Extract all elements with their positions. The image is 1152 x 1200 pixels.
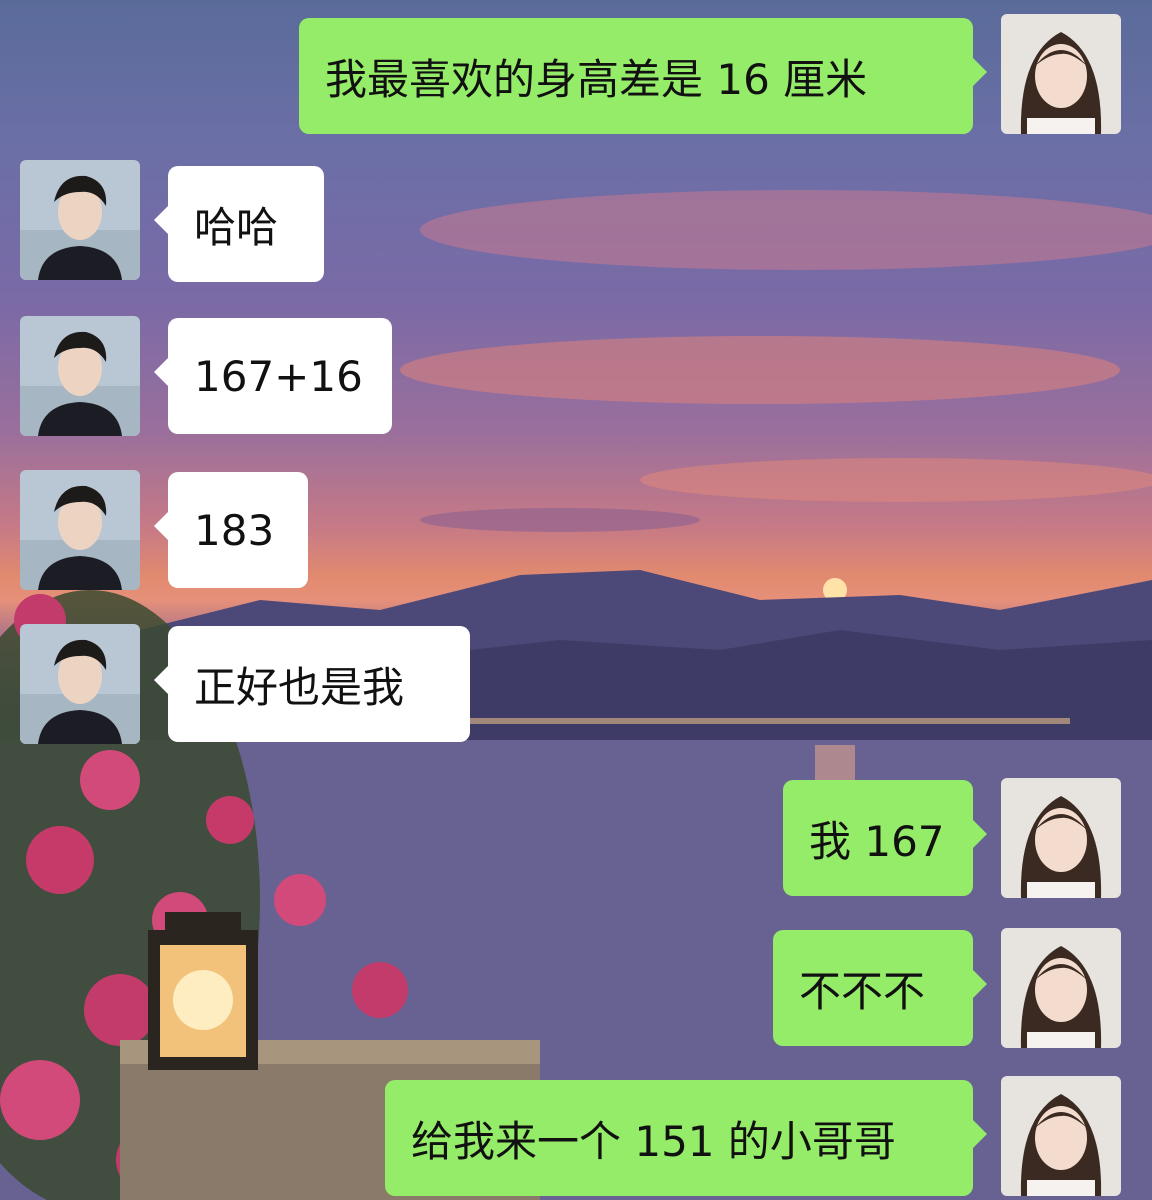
avatar-boy[interactable] (20, 624, 140, 744)
chat-message: 正好也是我 (20, 624, 470, 744)
avatar-girl[interactable] (1001, 778, 1121, 898)
chat-message: 我最喜欢的身高差是 16 厘米 (299, 14, 1121, 134)
message-bubble[interactable]: 我 167 (783, 780, 987, 896)
message-bubble[interactable]: 哈哈 (154, 166, 324, 282)
avatar-boy[interactable] (20, 160, 140, 280)
avatar-girl[interactable] (1001, 1076, 1121, 1196)
message-bubble[interactable]: 给我来一个 151 的小哥哥 (385, 1080, 987, 1196)
message-text: 我最喜欢的身高差是 16 厘米 (325, 54, 868, 104)
chat-message: 给我来一个 151 的小哥哥 (385, 1076, 1121, 1196)
message-bubble[interactable]: 我最喜欢的身高差是 16 厘米 (299, 18, 987, 134)
message-text: 183 (194, 505, 275, 555)
message-text: 哈哈 (194, 202, 279, 252)
message-bubble[interactable]: 167+16 (154, 318, 392, 434)
chat-message: 不不不 (773, 928, 1121, 1048)
avatar-boy[interactable] (20, 470, 140, 590)
message-bubble[interactable]: 正好也是我 (154, 626, 470, 742)
avatar-girl[interactable] (1001, 928, 1121, 1048)
chat-message: 我 167 (783, 778, 1121, 898)
chat-message: 哈哈 (20, 160, 324, 282)
message-bubble[interactable]: 183 (154, 472, 308, 588)
avatar-boy[interactable] (20, 316, 140, 436)
message-text: 正好也是我 (194, 662, 405, 712)
message-bubble[interactable]: 不不不 (773, 930, 987, 1046)
message-text: 给我来一个 151 的小哥哥 (411, 1116, 896, 1166)
lantern-icon (148, 912, 258, 1070)
message-text: 167+16 (194, 351, 363, 401)
avatar-girl[interactable] (1001, 14, 1121, 134)
message-text: 我 167 (809, 816, 945, 866)
chat-message: 167+16 (20, 316, 392, 436)
message-text: 不不不 (799, 966, 926, 1016)
chat-message: 183 (20, 470, 308, 590)
